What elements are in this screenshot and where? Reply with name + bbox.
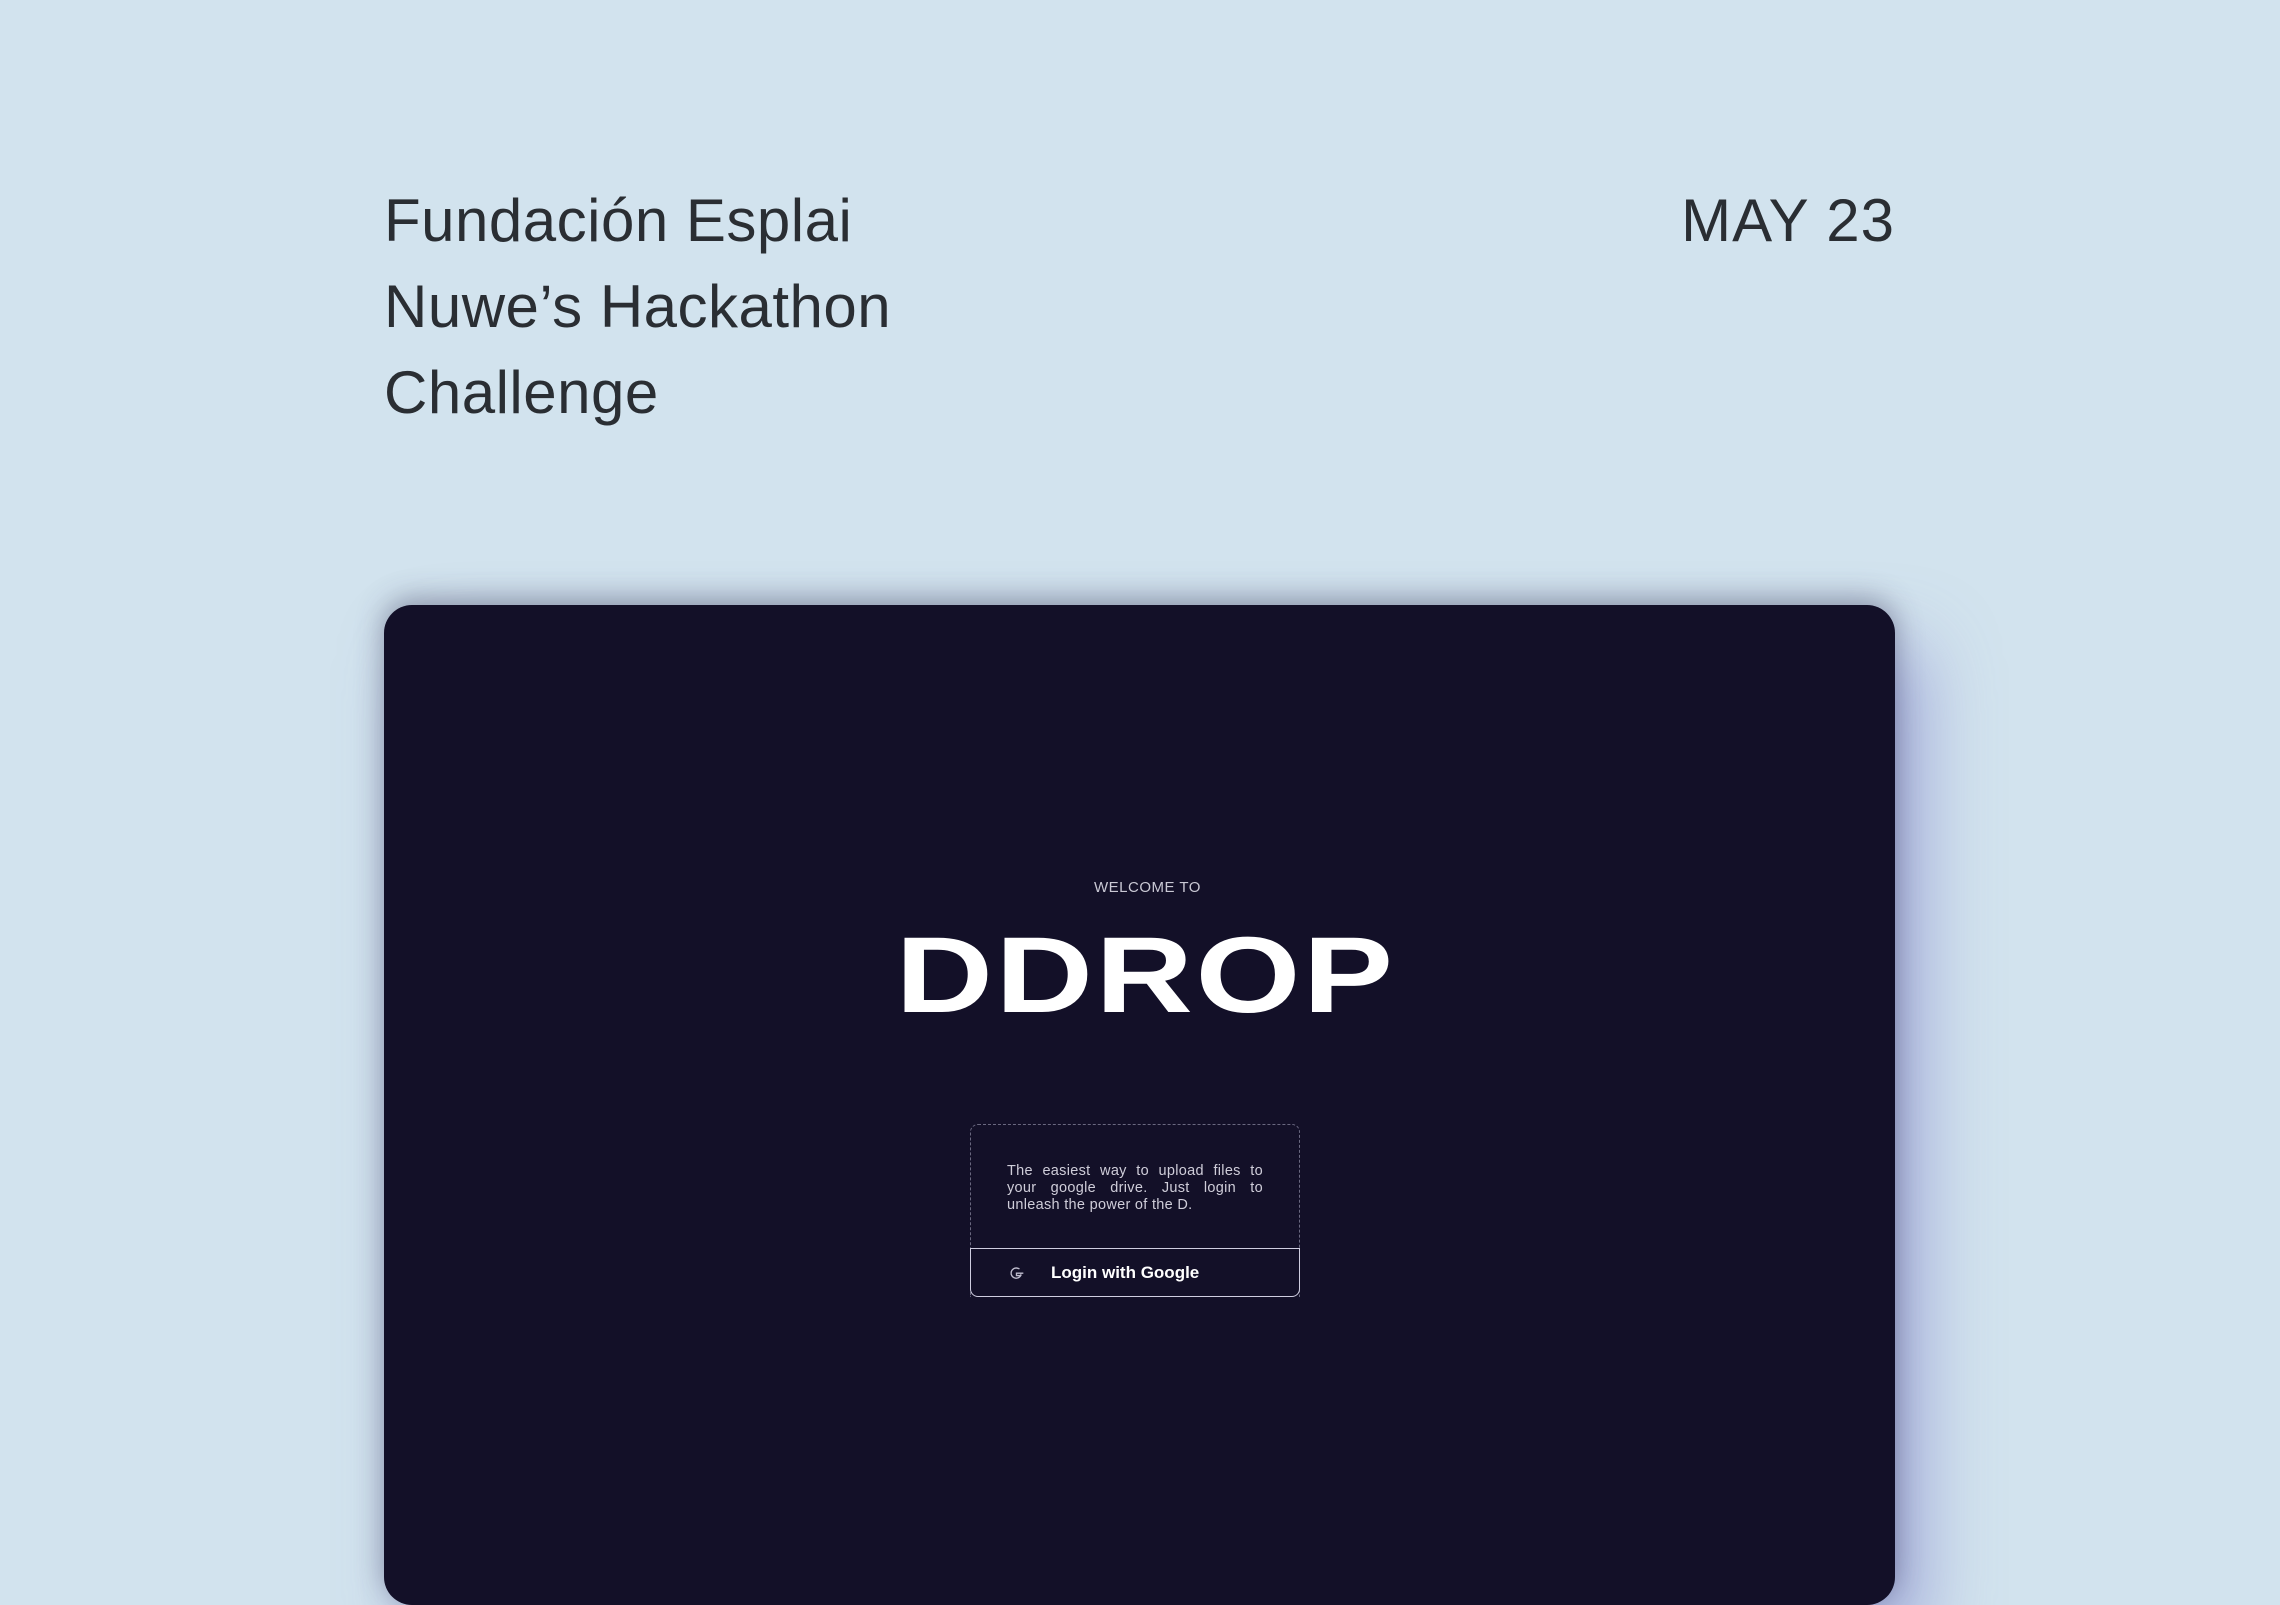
login-with-google-button[interactable]: Login with Google <box>970 1248 1300 1297</box>
app-description: The easiest way to upload files to your … <box>1007 1163 1263 1213</box>
app-logo: DDROP <box>895 914 1396 1035</box>
google-icon <box>1010 1266 1024 1279</box>
title-line-organization: Fundación Esplai <box>384 187 853 254</box>
presentation-title: Fundación Esplai Nuwe’s Hackathon Challe… <box>384 178 891 436</box>
app-preview-window: WELCOME TO DDROP The easiest way to uplo… <box>384 605 1895 1605</box>
login-button-label: Login with Google <box>1051 1262 1200 1282</box>
date-label: MAY 23 <box>1681 187 1895 254</box>
title-line-challenge: Challenge <box>384 359 659 426</box>
welcome-text: WELCOME TO <box>1094 879 1201 896</box>
title-line-event: Nuwe’s Hackathon <box>384 273 892 340</box>
